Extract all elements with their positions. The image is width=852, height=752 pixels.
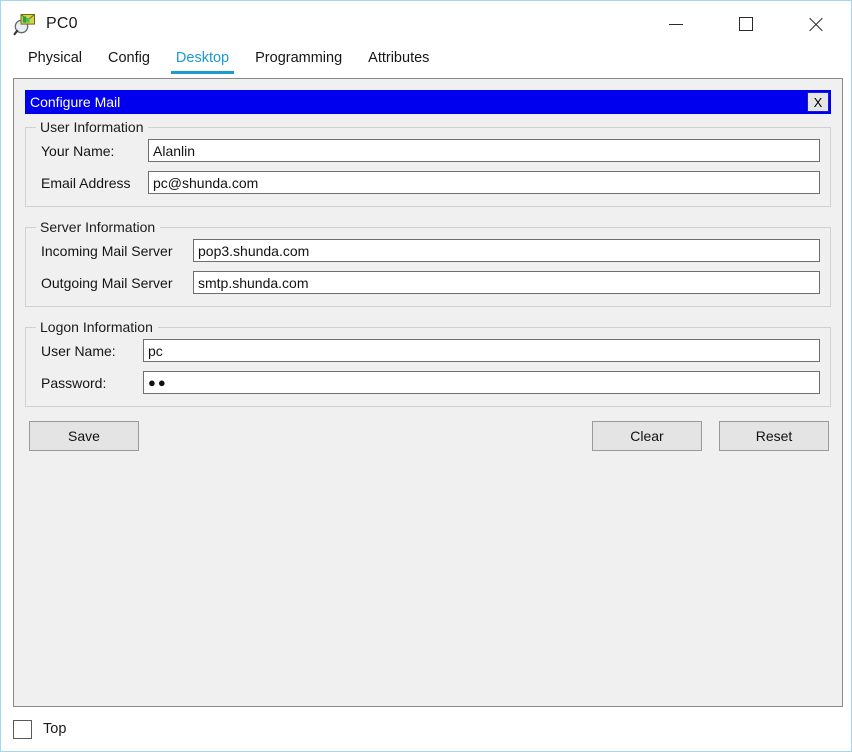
configure-mail-title: Configure Mail [30, 94, 121, 110]
user-name-row: User Name: pc [36, 339, 820, 362]
device-window: PC0 Physical Config Desktop Programming [0, 0, 852, 752]
top-checkbox[interactable] [13, 719, 32, 739]
configure-mail-titlebar: Configure Mail X [25, 90, 831, 114]
tab-desktop[interactable]: Desktop [163, 47, 242, 78]
configure-mail-panel: User Information Your Name: Alanlin Emai… [25, 119, 831, 706]
password-input[interactable]: ●● [143, 371, 820, 394]
tab-bar: Physical Config Desktop Programming Attr… [1, 47, 851, 78]
tab-programming[interactable]: Programming [242, 47, 355, 78]
password-label: Password: [41, 374, 107, 391]
incoming-mail-server-row: Incoming Mail Server pop3.shunda.com [36, 239, 820, 262]
window-statusbar: Top [1, 707, 851, 751]
outgoing-mail-server-label: Outgoing Mail Server [41, 274, 173, 291]
server-information-group: Server Information Incoming Mail Server … [25, 219, 831, 307]
save-button[interactable]: Save [29, 421, 139, 451]
titlebar-left: PC0 [1, 12, 78, 36]
outgoing-mail-server-input[interactable]: smtp.shunda.com [193, 271, 820, 294]
window-title: PC0 [46, 15, 78, 32]
incoming-mail-server-label: Incoming Mail Server [41, 242, 173, 259]
minimize-button[interactable] [641, 1, 711, 47]
password-row: Password: ●● [36, 371, 820, 394]
window-controls [641, 1, 851, 47]
incoming-mail-server-input[interactable]: pop3.shunda.com [193, 239, 820, 262]
your-name-input[interactable]: Alanlin [148, 139, 820, 162]
tab-programming-label: Programming [255, 50, 343, 66]
tab-attributes[interactable]: Attributes [355, 47, 442, 78]
user-information-group: User Information Your Name: Alanlin Emai… [25, 119, 831, 207]
close-icon [807, 15, 825, 33]
tab-config[interactable]: Config [95, 47, 163, 78]
server-information-legend: Server Information [40, 219, 156, 235]
maximize-button[interactable] [711, 1, 781, 47]
magnifier-envelope-icon [13, 12, 37, 36]
tab-physical-label: Physical [28, 50, 82, 66]
desktop-content-area: Configure Mail X User Information Your N… [13, 78, 843, 707]
user-information-legend: User Information [40, 119, 144, 135]
action-button-row: Save Clear Reset [25, 421, 831, 451]
user-name-input[interactable]: pc [143, 339, 820, 362]
maximize-icon [739, 17, 753, 31]
email-address-row: Email Address pc@shunda.com [36, 171, 820, 194]
tab-physical[interactable]: Physical [15, 47, 95, 78]
logon-information-group: Logon Information User Name: pc Password… [25, 319, 831, 407]
email-address-input[interactable]: pc@shunda.com [148, 171, 820, 194]
tab-attributes-label: Attributes [368, 50, 430, 66]
window-titlebar: PC0 [1, 1, 851, 47]
outgoing-mail-server-row: Outgoing Mail Server smtp.shunda.com [36, 271, 820, 294]
tab-config-label: Config [108, 50, 150, 66]
your-name-row: Your Name: Alanlin [36, 139, 820, 162]
clear-button[interactable]: Clear [592, 421, 702, 451]
logon-information-legend: Logon Information [40, 319, 153, 335]
configure-mail-close-button[interactable]: X [807, 92, 829, 112]
top-checkbox-label: Top [43, 721, 67, 737]
close-button[interactable] [781, 1, 851, 47]
reset-button[interactable]: Reset [719, 421, 829, 451]
minimize-icon [669, 23, 683, 25]
email-address-label: Email Address [41, 174, 131, 191]
your-name-label: Your Name: [41, 142, 115, 159]
user-name-label: User Name: [41, 342, 116, 359]
tab-desktop-label: Desktop [175, 50, 230, 66]
